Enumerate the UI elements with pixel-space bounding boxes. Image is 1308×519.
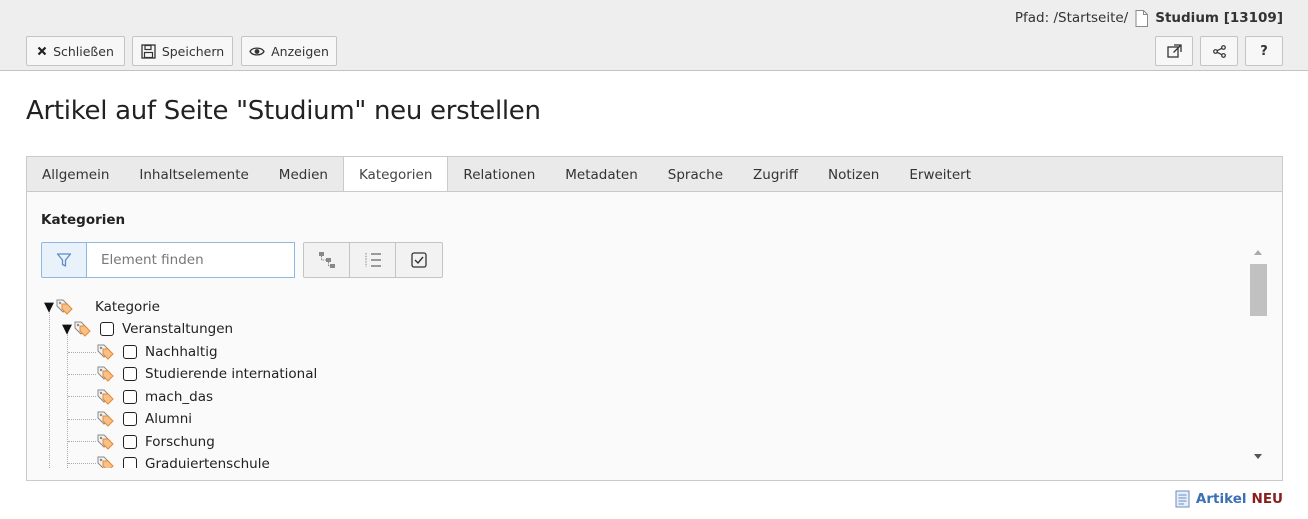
record-type-label: Artikel	[1195, 491, 1247, 507]
category-checkbox[interactable]	[123, 345, 137, 359]
category-checkbox[interactable]	[100, 322, 114, 336]
tab-bar: Allgemein Inhaltselemente Medien Kategor…	[26, 156, 1283, 193]
filter-icon	[56, 253, 72, 267]
category-tag-icon	[97, 456, 115, 468]
save-button[interactable]: Speichern	[132, 36, 233, 66]
category-checkbox[interactable]	[123, 390, 137, 404]
scroll-up-arrow-icon[interactable]	[1254, 250, 1262, 255]
tree-root-label: Kategorie	[95, 299, 160, 315]
page-heading: Artikel auf Seite "Studium" neu erstelle…	[26, 96, 541, 126]
category-tag-icon	[97, 366, 115, 382]
tab-sprache[interactable]: Sprache	[653, 157, 738, 192]
tab-allgemein[interactable]: Allgemein	[27, 157, 124, 192]
page-title: Studium [13109]	[1155, 10, 1283, 26]
search-input[interactable]	[86, 242, 295, 278]
tree-item[interactable]: Graduiertenschule	[97, 453, 270, 468]
category-tree: ▼ Kategorie ▼ Veranstaltungen Nachhaltig…	[27, 292, 1247, 468]
list-view-button[interactable]	[350, 243, 396, 277]
tree-item[interactable]: mach_das	[97, 386, 213, 408]
tree-item-label: Nachhaltig	[145, 344, 218, 360]
category-checkbox[interactable]	[123, 412, 137, 426]
tree-item[interactable]: Alumni	[97, 408, 192, 430]
tree-item-label: mach_das	[145, 389, 214, 405]
tab-notizen[interactable]: Notizen	[813, 157, 894, 192]
list-icon	[365, 253, 381, 267]
x-icon	[37, 46, 47, 56]
tree-toolbar	[303, 242, 443, 278]
category-tag-icon	[97, 344, 115, 360]
floppy-disk-icon	[141, 43, 156, 59]
expand-toggle-icon[interactable]: ▼	[62, 322, 74, 337]
help-label: ?	[1260, 43, 1268, 59]
tab-metadaten[interactable]: Metadaten	[550, 157, 653, 192]
tab-erweitert[interactable]: Erweitert	[894, 157, 986, 192]
expand-toggle-icon[interactable]: ▼	[44, 300, 56, 315]
checkbox-checked-icon	[411, 252, 427, 268]
tree-group-item[interactable]: ▼ Veranstaltungen	[62, 318, 233, 340]
tree-structure-icon	[318, 252, 335, 268]
scroll-down-arrow-icon[interactable]	[1254, 454, 1262, 459]
tree-item-label: Forschung	[145, 434, 215, 450]
module-header: Pfad: /Startseite/ Studium [13109] Schli…	[0, 0, 1308, 71]
tree-item[interactable]: Studierende international	[97, 363, 317, 385]
tree-item-label: Graduiertenschule	[145, 456, 270, 468]
section-title: Kategorien	[41, 212, 126, 228]
page-document-icon	[1135, 9, 1149, 27]
view-button[interactable]: Anzeigen	[241, 36, 337, 66]
categories-panel: Kategorien ▼ Kategorie ▼	[26, 191, 1283, 481]
tab-zugriff[interactable]: Zugriff	[738, 157, 813, 192]
open-in-new-window-button[interactable]	[1155, 36, 1193, 66]
breadcrumb: Pfad: /Startseite/ Studium [13109]	[1015, 8, 1283, 28]
category-tag-icon	[97, 411, 115, 427]
show-selected-button[interactable]	[396, 243, 442, 277]
save-label: Speichern	[161, 43, 225, 59]
close-button[interactable]: Schließen	[26, 36, 125, 66]
view-label: Anzeigen	[271, 43, 329, 59]
external-link-icon	[1166, 44, 1182, 58]
category-checkbox[interactable]	[123, 435, 137, 449]
tab-medien[interactable]: Medien	[264, 157, 343, 192]
article-document-icon	[1175, 490, 1190, 508]
category-tag-icon	[74, 321, 92, 337]
help-button[interactable]: ?	[1245, 36, 1283, 66]
category-tag-icon	[56, 299, 74, 315]
tree-item-label: Alumni	[145, 411, 192, 427]
category-tag-icon	[97, 389, 115, 405]
collapse-tree-button[interactable]	[304, 243, 350, 277]
tree-root[interactable]: ▼ Kategorie	[44, 296, 160, 318]
tree-item[interactable]: Forschung	[97, 431, 215, 453]
close-label: Schließen	[53, 43, 114, 59]
tree-item[interactable]: Nachhaltig	[97, 341, 218, 363]
eye-icon	[249, 46, 265, 57]
path-label: Pfad: /Startseite/	[1014, 10, 1129, 26]
category-tag-icon	[97, 434, 115, 450]
tree-item-label: Studierende international	[145, 366, 318, 382]
tab-relationen[interactable]: Relationen	[448, 157, 550, 192]
filter-button[interactable]	[41, 242, 87, 278]
category-checkbox[interactable]	[123, 367, 137, 381]
record-status: Artikel NEU	[1175, 490, 1283, 508]
category-checkbox[interactable]	[123, 457, 137, 468]
tab-inhaltselemente[interactable]: Inhaltselemente	[124, 157, 263, 192]
scrollbar-thumb[interactable]	[1250, 264, 1267, 316]
tab-kategorien[interactable]: Kategorien	[342, 156, 449, 193]
tree-scrollbar[interactable]	[1249, 242, 1269, 467]
new-status-badge: NEU	[1251, 491, 1283, 507]
share-icon	[1212, 44, 1226, 58]
share-button[interactable]	[1200, 36, 1238, 66]
tree-item-label: Veranstaltungen	[122, 321, 234, 337]
